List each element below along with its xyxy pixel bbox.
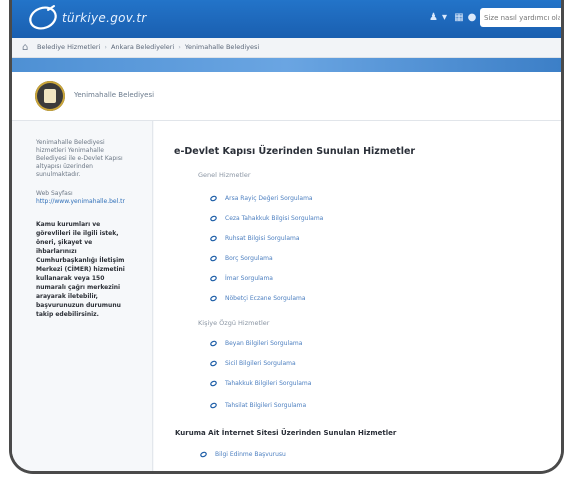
- turkiye-gov-logo-icon[interactable]: [28, 4, 62, 32]
- service-link[interactable]: Ceza Tahakkuk Bilgisi Sorgulama: [210, 214, 323, 224]
- page-title: e-Devlet Kapısı Üzerinden Sunulan Hizmet…: [174, 146, 416, 157]
- service-label[interactable]: Tahsilat Bilgileri Sorgulama: [225, 402, 306, 409]
- edevlet-icon: [210, 215, 217, 222]
- breadcrumb-item-current: Yenimahalle Belediyesi: [184, 43, 260, 51]
- service-label[interactable]: Nöbetçi Eczane Sorgulama: [225, 295, 306, 302]
- service-link[interactable]: Sicil Bilgileri Sorgulama: [210, 359, 296, 369]
- web-page-label: Web Sayfası: [36, 190, 73, 197]
- cimer-notice: Kamu kurumları ve görevlileri ile ilgili…: [36, 221, 125, 318]
- edevlet-icon: [210, 295, 217, 302]
- service-label[interactable]: Arsa Rayiç Değeri Sorgulama: [225, 195, 313, 202]
- content-area: Yenimahalle Belediyesi hizmetleri Yenima…: [12, 121, 561, 471]
- header-band: [12, 58, 561, 72]
- service-link[interactable]: Tahsilat Bilgileri Sorgulama: [210, 401, 306, 411]
- edevlet-icon: [210, 235, 217, 242]
- service-link[interactable]: Arsa Rayiç Değeri Sorgulama: [210, 194, 313, 204]
- service-link[interactable]: Borç Sorgulama: [210, 254, 273, 264]
- web-page-link[interactable]: http://www.yenimahalle.bel.tr: [36, 198, 130, 206]
- edevlet-icon: [200, 451, 207, 458]
- contrast-icon[interactable]: ●: [468, 12, 477, 23]
- breadcrumb: ⌂ Belediye Hizmetleri › Ankara Belediyeler…: [12, 38, 561, 58]
- service-link[interactable]: Bilgi Edinme Başvurusu: [200, 450, 286, 460]
- service-label[interactable]: Bilgi Edinme Başvurusu: [215, 451, 286, 458]
- edevlet-icon: [210, 402, 217, 409]
- edevlet-icon: [210, 275, 217, 282]
- section-title-institution-services: Kuruma Ait İnternet Sitesi Üzerinden Sun…: [175, 429, 397, 437]
- breadcrumb-item[interactable]: Ankara Belediyeleri: [111, 43, 174, 51]
- municipality-emblem-icon: [35, 81, 65, 111]
- edevlet-icon: [210, 360, 217, 367]
- browser-frame: türkiye.gov.tr ♟ ▾ ▦ ● ⌂ Belediye Hizmetle…: [9, 0, 564, 474]
- institution-header: Yenimahalle Belediyesi: [12, 72, 561, 121]
- top-icon-group: ♟ ▾ ▦ ●: [429, 12, 480, 23]
- service-link[interactable]: Nöbetçi Eczane Sorgulama: [210, 294, 306, 304]
- main-content: e-Devlet Kapısı Üzerinden Sunulan Hizmet…: [154, 121, 561, 471]
- breadcrumb-item[interactable]: Belediye Hizmetleri: [37, 43, 100, 51]
- edevlet-icon: [210, 380, 217, 387]
- institution-name[interactable]: Yenimahalle Belediyesi: [74, 91, 154, 99]
- chevron-down-icon[interactable]: ▾: [442, 12, 447, 23]
- service-link[interactable]: Beyan Bilgileri Sorgulama: [210, 339, 302, 349]
- sidebar: Yenimahalle Belediyesi hizmetleri Yenima…: [12, 121, 153, 471]
- search-input[interactable]: [480, 8, 561, 27]
- service-label[interactable]: Beyan Bilgileri Sorgulama: [225, 340, 302, 347]
- service-label[interactable]: İmar Sorgulama: [225, 275, 273, 282]
- user-icon[interactable]: ♟: [429, 12, 438, 23]
- edevlet-icon: [210, 340, 217, 347]
- service-label[interactable]: Sicil Bilgileri Sorgulama: [225, 360, 296, 367]
- home-icon[interactable]: ⌂: [22, 38, 28, 57]
- group-title-personal: Kişiye Özgü Hizmetler: [198, 319, 270, 327]
- service-label[interactable]: Ceza Tahakkuk Bilgisi Sorgulama: [225, 215, 323, 222]
- group-title-general: Genel Hizmetler: [198, 171, 251, 179]
- site-logo-text[interactable]: türkiye.gov.tr: [62, 11, 147, 25]
- service-link[interactable]: Ruhsat Bilgisi Sorgulama: [210, 234, 300, 244]
- edevlet-icon: [210, 255, 217, 262]
- service-link[interactable]: İmar Sorgulama: [210, 274, 273, 284]
- service-link[interactable]: Tahakkuk Bilgileri Sorgulama: [210, 379, 311, 389]
- edevlet-icon: [210, 195, 217, 202]
- service-label[interactable]: Borç Sorgulama: [225, 255, 273, 262]
- language-icon[interactable]: ▦: [454, 12, 463, 23]
- service-label[interactable]: Ruhsat Bilgisi Sorgulama: [225, 235, 300, 242]
- sidebar-intro: Yenimahalle Belediyesi hizmetleri Yenima…: [36, 139, 123, 178]
- service-label[interactable]: Tahakkuk Bilgileri Sorgulama: [225, 380, 311, 387]
- top-navigation-bar: türkiye.gov.tr ♟ ▾ ▦ ●: [12, 0, 561, 38]
